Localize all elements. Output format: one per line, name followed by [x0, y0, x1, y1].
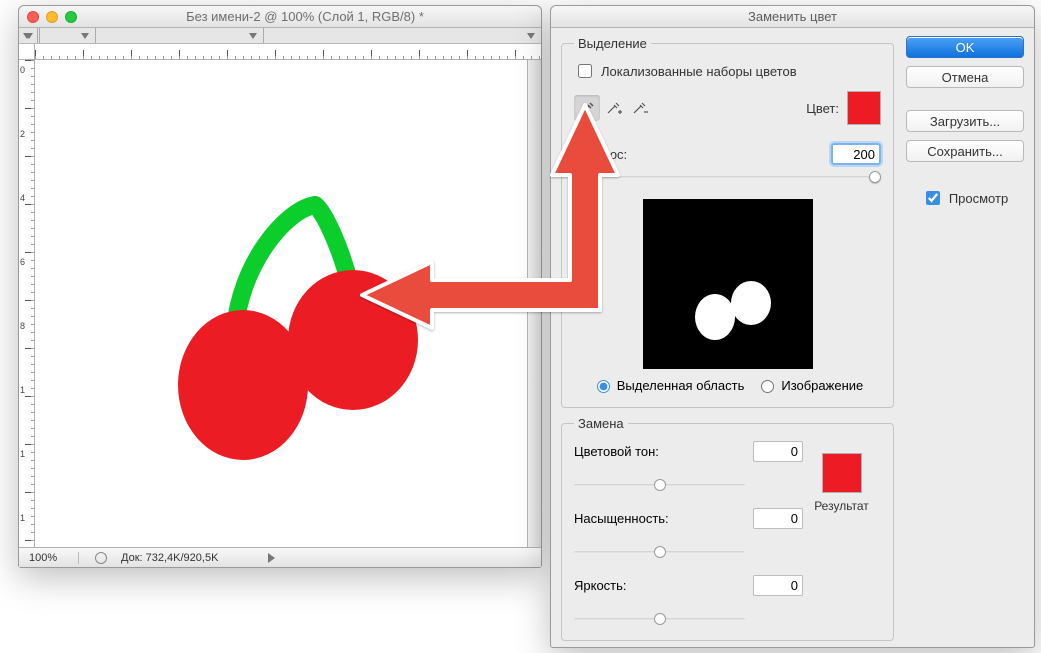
- saturation-slider[interactable]: [574, 545, 745, 559]
- replace-legend: Замена: [574, 416, 628, 431]
- ruler-vertical[interactable]: 0 2 4 6 8 1 1 1: [19, 60, 35, 547]
- expand-icon[interactable]: [268, 553, 275, 563]
- preview-label: Просмотр: [949, 191, 1008, 206]
- replace-group: Замена Цветовой тон: Насыщенность: Яркос…: [561, 416, 894, 641]
- saturation-label: Насыщенность:: [574, 511, 745, 526]
- menu-icon[interactable]: [23, 33, 31, 39]
- ruler-tick: 0: [20, 65, 25, 75]
- result-color-swatch[interactable]: [822, 453, 862, 493]
- localized-clusters-label: Локализованные наборы цветов: [601, 64, 797, 79]
- cherry-stem: [35, 60, 535, 547]
- replace-color-dialog: Заменить цвет Выделение Локализованные н…: [550, 5, 1035, 648]
- document-title: Без имени-2 @ 100% (Слой 1, RGB/8) *: [77, 9, 533, 24]
- lightness-label: Яркость:: [574, 578, 745, 593]
- fuzziness-label: Разброс:: [574, 147, 823, 162]
- checkbox-icon[interactable]: [578, 64, 592, 78]
- titlebar[interactable]: Без имени-2 @ 100% (Слой 1, RGB/8) *: [19, 6, 541, 28]
- ruler-tick: 2: [20, 129, 25, 139]
- cancel-button[interactable]: Отмена: [906, 66, 1024, 88]
- radio-icon[interactable]: [597, 380, 610, 393]
- window-controls: [27, 11, 77, 23]
- hue-label: Цветовой тон:: [574, 444, 745, 459]
- ruler-horizontal[interactable]: [35, 44, 541, 60]
- ruler-tick: 1: [20, 385, 25, 395]
- zoom-icon[interactable]: [65, 11, 77, 23]
- menu-icon[interactable]: [527, 33, 535, 39]
- document-window: Без имени-2 @ 100% (Слой 1, RGB/8) * 0 2…: [18, 5, 542, 568]
- radio-selection-label: Выделенная область: [617, 378, 745, 393]
- ruler-tick: 1: [20, 449, 25, 459]
- sample-color-swatch[interactable]: [847, 91, 881, 125]
- ruler-tick: 4: [20, 193, 25, 203]
- slider-thumb-icon[interactable]: [869, 171, 881, 183]
- ruler-tick: 1: [20, 513, 25, 523]
- localized-clusters-checkbox[interactable]: Локализованные наборы цветов: [574, 61, 881, 81]
- minimize-icon[interactable]: [46, 11, 58, 23]
- hue-slider[interactable]: [574, 478, 745, 492]
- selection-preview[interactable]: [643, 199, 813, 369]
- preview-checkbox[interactable]: Просмотр: [906, 188, 1024, 208]
- load-button[interactable]: Загрузить...: [906, 110, 1024, 132]
- status-icon[interactable]: [95, 552, 107, 564]
- radio-image-label: Изображение: [781, 378, 863, 393]
- radio-image[interactable]: Изображение: [756, 377, 863, 393]
- cherry-shape: [288, 270, 418, 410]
- menu-icon[interactable]: [81, 33, 89, 39]
- saturation-input[interactable]: [753, 508, 803, 529]
- checkbox-icon[interactable]: [926, 191, 940, 205]
- radio-selection[interactable]: Выделенная область: [592, 377, 745, 393]
- menu-icon[interactable]: [249, 33, 257, 39]
- lightness-input[interactable]: [753, 575, 803, 596]
- doc-size: Док: 732,4K/920,5K: [117, 552, 218, 564]
- save-button[interactable]: Сохранить...: [906, 140, 1024, 162]
- fuzziness-input[interactable]: [831, 143, 881, 165]
- toolbar: [19, 28, 541, 44]
- color-label: Цвет:: [806, 101, 839, 116]
- ruler-tick: 8: [20, 321, 25, 331]
- selection-group: Выделение Локализованные наборы цветов: [561, 36, 894, 408]
- ruler-tick: 6: [20, 257, 25, 267]
- lightness-slider[interactable]: [574, 612, 745, 626]
- statusbar: 100% Док: 732,4K/920,5K: [19, 547, 541, 567]
- close-icon[interactable]: [27, 11, 39, 23]
- ok-button[interactable]: OK: [906, 36, 1024, 58]
- eyedropper-subtract-icon[interactable]: [626, 95, 652, 121]
- ruler-corner: [19, 44, 35, 60]
- selection-legend: Выделение: [574, 36, 651, 51]
- radio-icon[interactable]: [761, 380, 774, 393]
- eyedropper-add-icon[interactable]: [600, 95, 626, 121]
- dialog-title[interactable]: Заменить цвет: [551, 6, 1034, 28]
- result-label: Результат: [814, 499, 869, 513]
- fuzziness-slider[interactable]: [574, 169, 881, 185]
- hue-input[interactable]: [753, 441, 803, 462]
- canvas[interactable]: [35, 60, 527, 547]
- zoom-level[interactable]: 100%: [25, 552, 79, 564]
- eyedropper-icon[interactable]: [574, 95, 600, 121]
